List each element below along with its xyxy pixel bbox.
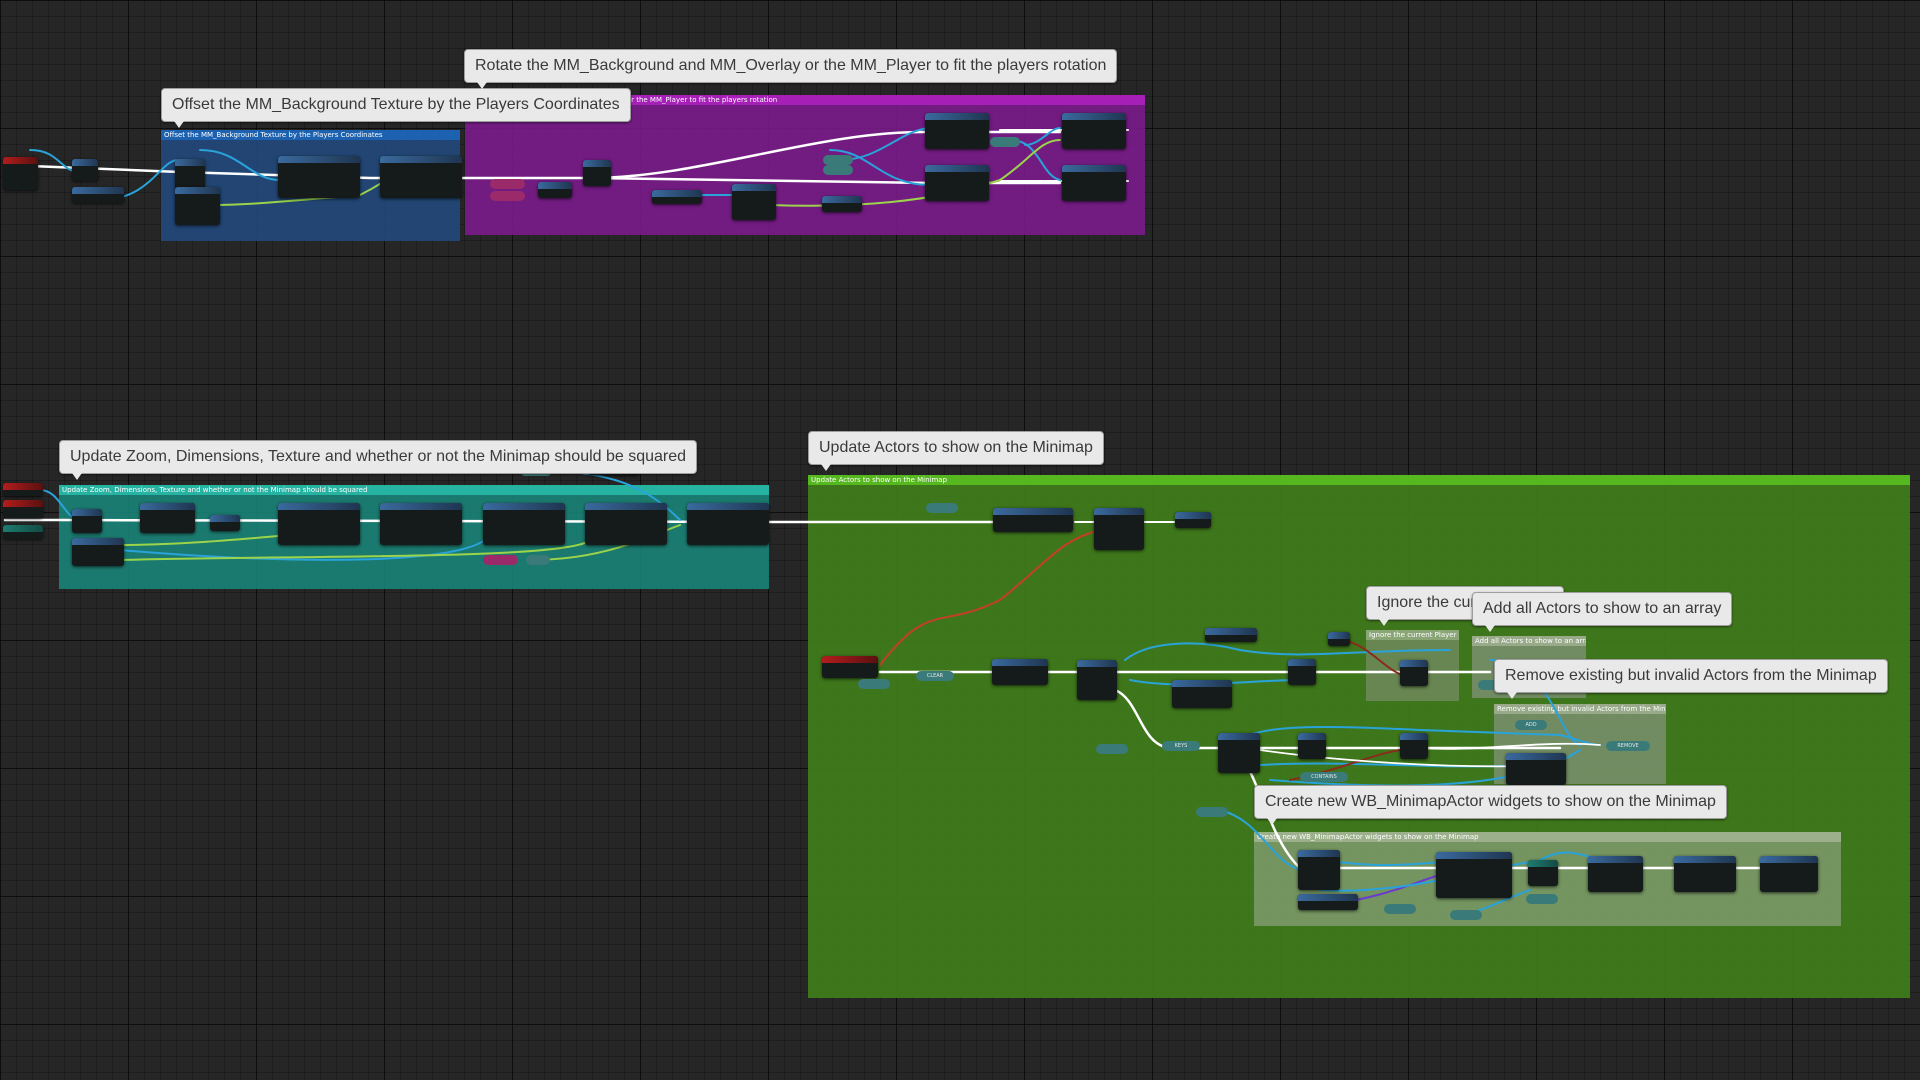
node-add-child-to-overlay[interactable]: [1588, 856, 1643, 892]
remove-pill[interactable]: REMOVE: [1606, 741, 1650, 751]
getter-pill[interactable]: [483, 555, 518, 565]
node-set-scalar-param-zoom-3[interactable]: [585, 503, 667, 545]
node-for-each-loop-3[interactable]: [1298, 850, 1340, 890]
comment-bubble-rotate[interactable]: Rotate the MM_Background and MM_Overlay …: [464, 49, 1118, 89]
node-branch-remove[interactable]: [1400, 733, 1428, 759]
node-branch-ignore[interactable]: [1400, 660, 1428, 686]
node-branch-rotate[interactable]: [583, 160, 611, 186]
getter-pill[interactable]: [490, 179, 525, 189]
comment-bubble-zoom[interactable]: Update Zoom, Dimensions, Texture and whe…: [59, 440, 698, 480]
getter-pill[interactable]: [1450, 910, 1482, 920]
node-is-valid[interactable]: [1298, 733, 1326, 759]
node-branch[interactable]: [175, 159, 205, 189]
node-get-component-by-class[interactable]: [1172, 680, 1232, 708]
node-set-render-transform-angle-2[interactable]: [925, 165, 989, 201]
node-get-class[interactable]: [1298, 894, 1358, 910]
getter-pill[interactable]: ADD: [1515, 720, 1547, 730]
keys-pill[interactable]: KEYS: [1162, 741, 1200, 751]
node-for-each-loop[interactable]: [1077, 660, 1117, 700]
node-set-scalar-param-zoom-4[interactable]: [687, 503, 769, 545]
node-set-vertical-alignment[interactable]: [1760, 856, 1818, 892]
node-get-player-character[interactable]: [72, 187, 124, 203]
getter-pill[interactable]: [1384, 904, 1416, 914]
comment-bubble-remove[interactable]: Remove existing but invalid Actors from …: [1494, 659, 1888, 699]
getter-pill[interactable]: [858, 679, 890, 689]
getter-pill[interactable]: [526, 555, 550, 565]
node-create-minimap-actor-widget[interactable]: [1436, 852, 1512, 898]
contains-pill[interactable]: CONTAINS: [1300, 772, 1348, 782]
comment-bubble-offset[interactable]: Offset the MM_Background Texture by the …: [161, 88, 631, 128]
node-set-horizontal-alignment[interactable]: [1674, 856, 1736, 892]
node-set-dynamic-material[interactable]: [140, 503, 195, 533]
node-set-render-transform-angle-3[interactable]: [1062, 113, 1126, 149]
node-break-struct[interactable]: [72, 538, 124, 566]
node-set-map-size[interactable]: [3, 525, 43, 539]
node-multiply[interactable]: [538, 182, 572, 198]
node-branch-actors[interactable]: [1288, 659, 1316, 685]
node-get-player-character-3[interactable]: [1205, 628, 1257, 642]
getter-pill[interactable]: [926, 503, 958, 513]
node-set-scalar-param-2[interactable]: [380, 156, 462, 198]
comment-bubble-add[interactable]: Add all Actors to show to an array: [1472, 592, 1733, 632]
node-add-map-entry[interactable]: [1528, 860, 1558, 886]
getter-pill[interactable]: [823, 155, 853, 165]
comment-bubble-actors[interactable]: Update Actors to show on the Minimap: [808, 431, 1104, 471]
getter-pill[interactable]: [823, 165, 853, 175]
node-custom-event-small[interactable]: [1175, 512, 1211, 528]
node-get-actor-location[interactable]: [175, 187, 220, 225]
node-not-equal[interactable]: [1328, 632, 1350, 646]
node-for-each-loop-2[interactable]: [1218, 733, 1260, 773]
node-set-scalar-param-zoom-1[interactable]: [278, 503, 360, 545]
node-set-render-transform-angle-4[interactable]: [1062, 165, 1126, 201]
getter-pill[interactable]: [1096, 744, 1128, 754]
comment-bubble-create[interactable]: Create new WB_MinimapActor widgets to sh…: [1254, 785, 1727, 825]
node-get-control-rotation[interactable]: [732, 184, 776, 220]
node-clear-and-invalidate-timer[interactable]: [993, 508, 1073, 532]
getter-pill[interactable]: [990, 137, 1020, 147]
clear-pill[interactable]: CLEAR: [916, 671, 954, 681]
event-node[interactable]: [3, 483, 43, 496]
getter-pill[interactable]: [1526, 894, 1558, 904]
node-set-scalar-param-1[interactable]: [278, 156, 360, 198]
node-update-minimap-actors-event[interactable]: [822, 656, 878, 678]
node-remove-minimap-actor[interactable]: [1506, 753, 1566, 785]
node-set-texture-param[interactable]: [483, 503, 565, 545]
node-set-render-transform-angle-1[interactable]: [925, 113, 989, 149]
event-node[interactable]: [3, 500, 43, 518]
node-make-rotator[interactable]: [822, 196, 862, 212]
getter-pill[interactable]: [1196, 807, 1228, 817]
node-sequence[interactable]: [72, 159, 98, 181]
event-node[interactable]: [3, 157, 38, 190]
getter-pill[interactable]: [490, 191, 525, 201]
node-set-timer-by-event[interactable]: [1094, 508, 1144, 550]
node-set-scalar-param-zoom-2[interactable]: [380, 503, 462, 545]
node-get-player-character-2[interactable]: [652, 190, 702, 204]
node-get-all-actors-of-class[interactable]: [992, 659, 1048, 685]
node-set-size[interactable]: [210, 515, 240, 531]
node-sequence-zoom[interactable]: [72, 509, 102, 533]
